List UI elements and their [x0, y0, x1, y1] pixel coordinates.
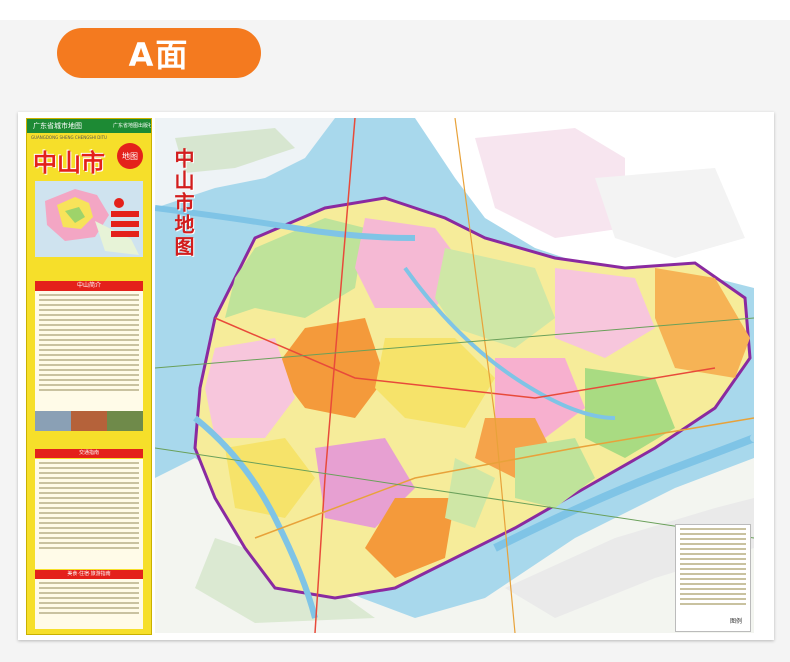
cover-transport-list: [35, 459, 143, 569]
cover-title: 中山市: [33, 148, 105, 177]
map-cover: 广东省城市地图 广东省地图出版社 GUANGDONG SHENG CHENGSH…: [26, 118, 152, 635]
cover-guide-list: [35, 579, 143, 629]
cover-intro-heading: 中山简介: [35, 281, 143, 291]
city-map: [155, 118, 754, 633]
cover-badge: 地图: [117, 143, 143, 169]
cover-photo-strip: [35, 411, 143, 431]
cover-section-heading-transport: 交通指南: [35, 449, 143, 458]
cover-publisher: 广东省地图出版社: [112, 123, 152, 129]
cover-series: 广东省城市地图: [33, 122, 82, 130]
top-strip: [0, 0, 790, 20]
map-title: 中山市地图: [171, 148, 195, 258]
cover-intro-text: [35, 291, 143, 411]
legend-label: 图例: [730, 618, 743, 625]
cover-thumbnail-map: [35, 181, 143, 257]
cover-section-heading-guide: 美食·住宿·旅游指南: [35, 570, 143, 579]
cover-series-bar: 广东省城市地图 广东省地图出版社: [27, 119, 152, 133]
side-label: A面: [128, 36, 190, 74]
cover-subtitle: GUANGDONG SHENG CHENGSHI DITU: [31, 135, 107, 140]
side-label-badge: A面: [57, 28, 261, 78]
